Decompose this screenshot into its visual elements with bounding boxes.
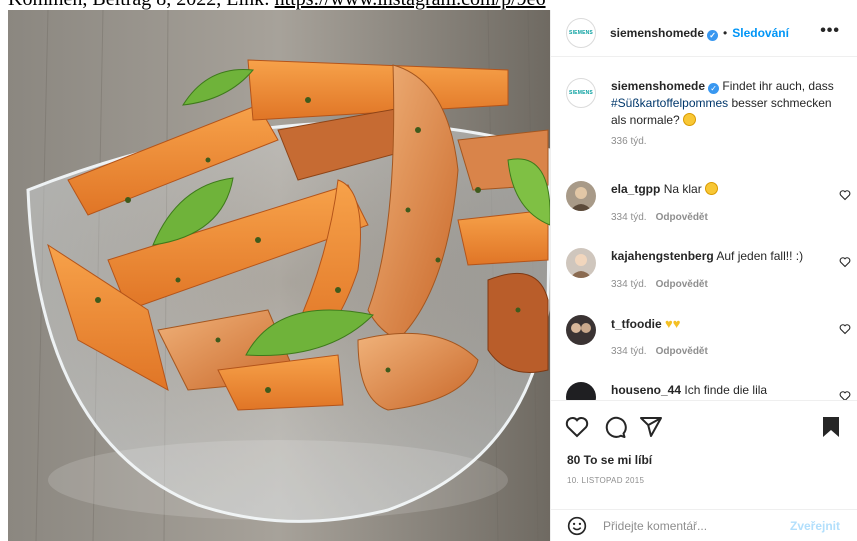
user-photo-icon bbox=[570, 254, 592, 278]
user-photo-icon bbox=[571, 323, 591, 333]
comment-username[interactable]: t_tfoodie bbox=[611, 317, 662, 331]
post-actions: 80 To se mi líbí 10. LISTOPAD 2015 bbox=[551, 400, 857, 520]
comment-icon[interactable] bbox=[603, 415, 627, 439]
comment-meta: 334 týd. Odpovědět bbox=[611, 279, 708, 290]
comment-text: t_tfoodie ♥♥ bbox=[611, 315, 841, 333]
commenter-avatar[interactable] bbox=[566, 248, 596, 278]
caption-username[interactable]: siemenshomede bbox=[611, 79, 705, 93]
reply-button[interactable]: Odpovědět bbox=[656, 346, 708, 357]
verified-icon: ✓ bbox=[707, 29, 719, 41]
comment-username[interactable]: ela_tgpp bbox=[611, 182, 660, 196]
comment-meta: 334 týd. Odpovědět bbox=[611, 346, 708, 357]
commenter-avatar[interactable] bbox=[566, 382, 596, 400]
comment-item: t_tfoodie ♥♥ 334 týd. Odpovědět bbox=[566, 315, 851, 365]
comment-text: kajahengstenberg Auf jeden fall!! :) bbox=[611, 248, 841, 265]
caption-prefix: Findet ihr auch, dass bbox=[722, 79, 834, 93]
comment-text: ela_tgpp Na klar bbox=[611, 181, 841, 198]
account-name-link[interactable]: siemenshomede ✓ bbox=[610, 26, 719, 41]
caption-text: siemenshomede ✓ Findet ihr auch, dass #Sü… bbox=[611, 78, 841, 129]
reply-button[interactable]: Odpovědět bbox=[656, 279, 708, 290]
smile-icon[interactable] bbox=[567, 516, 587, 536]
grinning-emoji-icon bbox=[683, 113, 697, 126]
user-photo-icon bbox=[570, 187, 592, 211]
more-options-icon[interactable]: ••• bbox=[820, 22, 840, 40]
comment-time[interactable]: 334 týd. bbox=[611, 279, 647, 290]
grinning-emoji-icon bbox=[705, 182, 719, 195]
comment-item: houseno_44 Ich finde die lila bbox=[566, 382, 851, 400]
source-link[interactable]: https://www.instagram.com/p/9e6 bbox=[275, 0, 546, 10]
share-icon[interactable] bbox=[639, 415, 663, 439]
reply-button[interactable]: Odpovědět bbox=[656, 212, 708, 223]
post-caption: SIEMENS siemenshomede ✓ Findet ihr auch, … bbox=[566, 78, 851, 148]
commenter-avatar[interactable] bbox=[566, 181, 596, 211]
post-comment-button[interactable]: Zveřejnit bbox=[790, 519, 840, 533]
comment-username[interactable]: houseno_44 bbox=[611, 383, 681, 397]
comment-time[interactable]: 334 týd. bbox=[611, 212, 647, 223]
verified-icon: ✓ bbox=[708, 83, 720, 94]
account-avatar[interactable]: SIEMENS bbox=[566, 18, 596, 48]
post-date[interactable]: 10. LISTOPAD 2015 bbox=[567, 476, 644, 485]
comments-list[interactable]: SIEMENS siemenshomede ✓ Findet ihr auch, … bbox=[551, 58, 857, 400]
commenter-avatar[interactable] bbox=[566, 315, 596, 345]
comment-body: Ich finde die lila bbox=[684, 383, 768, 397]
header-separator: • bbox=[723, 26, 728, 40]
like-heart-icon[interactable] bbox=[565, 415, 589, 439]
comment-input[interactable]: Přidejte komentář... bbox=[603, 519, 790, 533]
follow-button[interactable]: Sledování bbox=[732, 26, 789, 40]
sweet-potato-fries-illustration bbox=[8, 10, 550, 541]
post-image[interactable] bbox=[8, 10, 550, 541]
caption-time[interactable]: 336 týd. bbox=[611, 136, 647, 147]
comment-username[interactable]: kajahengstenberg bbox=[611, 249, 714, 263]
heart-icon[interactable] bbox=[839, 256, 851, 268]
comment-item: kajahengstenberg Auf jeden fall!! :) 334… bbox=[566, 248, 851, 298]
post-header: SIEMENS siemenshomede ✓ • Sledování ••• bbox=[551, 10, 857, 57]
heart-icon[interactable] bbox=[839, 189, 851, 201]
heart-icon[interactable] bbox=[839, 323, 851, 335]
comment-body: Auf jeden fall!! :) bbox=[716, 249, 804, 263]
comment-time[interactable]: 334 týd. bbox=[611, 346, 647, 357]
comment-text: houseno_44 Ich finde die lila bbox=[611, 382, 841, 399]
caption-meta: 336 týd. bbox=[611, 136, 647, 147]
bookmark-icon[interactable] bbox=[819, 415, 843, 439]
caption-hashtag[interactable]: #Süßkartoffelpommes bbox=[611, 96, 728, 110]
source-caption-text: Kommen, Beitrag 8, 2022, Link: bbox=[8, 0, 270, 10]
post-side-panel: SIEMENS siemenshomede ✓ • Sledování ••• S… bbox=[550, 10, 857, 541]
caption-avatar[interactable]: SIEMENS bbox=[566, 78, 596, 108]
comment-body: Na klar bbox=[663, 182, 702, 196]
heart-icon[interactable] bbox=[839, 390, 851, 400]
source-caption: Kommen, Beitrag 8, 2022, Link: https://w… bbox=[8, 0, 857, 10]
account-name[interactable]: siemenshomede bbox=[610, 26, 704, 40]
comment-item: ela_tgpp Na klar 334 týd. Odpovědět bbox=[566, 181, 851, 231]
comment-meta: 334 týd. Odpovědět bbox=[611, 212, 708, 223]
likes-count[interactable]: 80 To se mi líbí bbox=[567, 453, 652, 467]
yellow-heart-emoji-icon: ♥♥ bbox=[665, 316, 681, 331]
add-comment-bar: Přidejte komentář... Zveřejnit bbox=[551, 509, 857, 541]
